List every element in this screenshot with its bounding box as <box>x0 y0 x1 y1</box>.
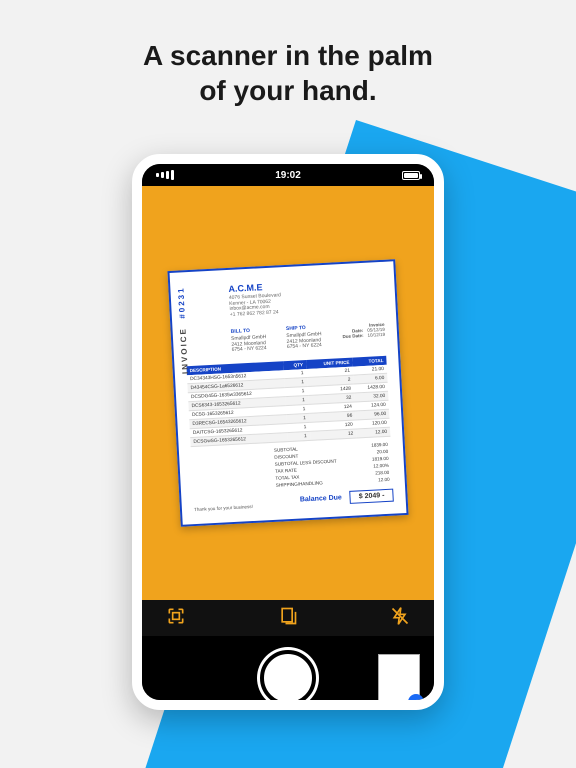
scanner-toolbar <box>142 600 434 636</box>
total-val: 1839.00 <box>371 442 388 448</box>
meta-val: 10/12/19 <box>367 332 385 338</box>
balance-due: Balance Due $ 2049 - <box>300 489 394 507</box>
total-val: 1819.00 <box>372 456 389 462</box>
totals-block: SUBTOTAL1839.00DISCOUNT20.00SUBTOTAL LES… <box>271 441 393 489</box>
invoice-number: #0231 <box>176 286 187 319</box>
total-val: 12.00% <box>373 463 389 469</box>
battery-icon <box>402 171 420 180</box>
shutter-button[interactable] <box>260 650 316 706</box>
invoice-meta: Invoice Date:05/12/19 Due Date:10/12/19 <box>341 322 386 348</box>
bill-line: 6754 - NY 6224 <box>232 345 267 353</box>
flash-off-icon[interactable] <box>390 606 410 631</box>
status-time: 19:02 <box>275 170 301 181</box>
parties-block: BILL TO Smallpdf GmbH 2412 Moonland 6754… <box>231 322 386 354</box>
headline: A scanner in the palm of your hand. <box>0 0 576 108</box>
auto-crop-icon[interactable] <box>166 606 186 631</box>
bill-to: BILL TO Smallpdf GmbH 2412 Moonland 6754… <box>231 328 268 354</box>
cell: 1 <box>287 431 310 441</box>
camera-viewfinder[interactable]: INVOICE #0231 A.C.M.E 4076 Sunset Boulev… <box>142 186 434 600</box>
line-items-table: DESCRIPTION QTY UNIT PRICE TOTAL DC34343… <box>186 356 390 447</box>
total-val: 12.00 <box>378 477 390 483</box>
invoice-word: INVOICE <box>178 327 189 374</box>
cell: 12 <box>310 429 357 440</box>
balance-amount: $ 2049 - <box>350 489 394 504</box>
page-thumbnail[interactable] <box>378 654 420 706</box>
addr-line: +1 762 862 782 87 24 <box>230 309 279 318</box>
ship-line: 6754 - NY 6224 <box>287 342 322 350</box>
ship-to: SHIP TO Smallpdf GmbH 2412 Moonland 6754… <box>286 325 323 351</box>
total-val: 218.00 <box>375 470 389 476</box>
meta-key: Due Date: <box>342 333 363 339</box>
headline-line2: of your hand. <box>199 75 376 106</box>
status-bar: 19:02 <box>142 164 434 186</box>
balance-label: Balance Due <box>300 494 342 503</box>
headline-line1: A scanner in the palm <box>143 40 433 71</box>
thanks-text: Thank you for your business! <box>194 504 253 512</box>
cell: 12.00 <box>356 427 390 438</box>
scanned-document: INVOICE #0231 A.C.M.E 4076 Sunset Boulev… <box>167 259 408 527</box>
pages-icon[interactable] <box>278 606 298 631</box>
shutter-bar <box>142 636 434 710</box>
phone-frame: 19:02 INVOICE #0231 A.C.M.E 4076 Sunset … <box>132 154 444 710</box>
signal-icon <box>156 170 174 180</box>
invoice-label: INVOICE #0231 <box>176 286 190 374</box>
total-val: 20.00 <box>377 449 389 455</box>
